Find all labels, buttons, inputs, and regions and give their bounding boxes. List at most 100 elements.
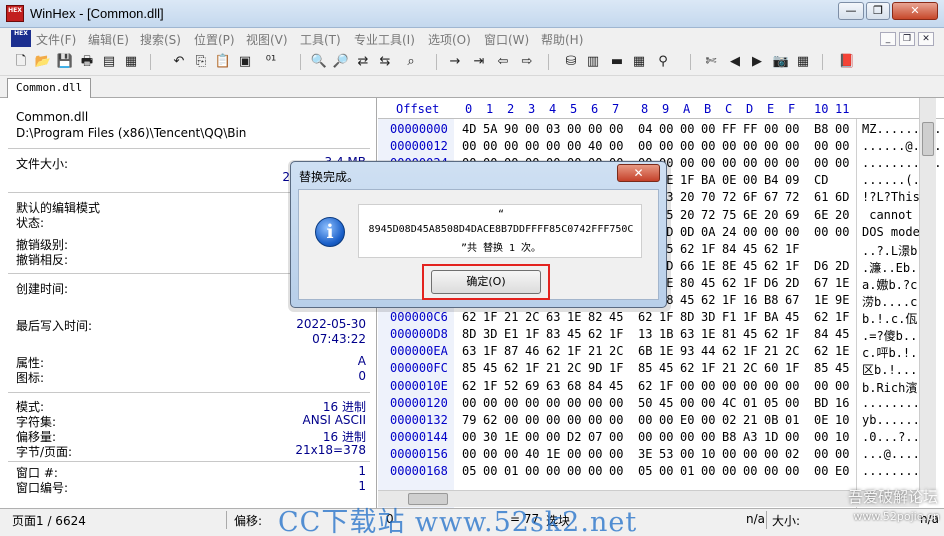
hex-byte[interactable]: 00	[743, 156, 757, 170]
hex-byte[interactable]: 62	[680, 242, 694, 256]
save-icon[interactable]: 💾	[56, 53, 74, 71]
back-icon[interactable]: ⇦	[494, 53, 512, 71]
hex-byte[interactable]: 00	[701, 396, 715, 410]
hex-byte[interactable]: 00	[483, 396, 497, 410]
menu-search[interactable]: 搜索(S)	[140, 31, 181, 48]
hex-byte[interactable]: 83	[546, 327, 560, 341]
hex-byte[interactable]: D6	[764, 276, 778, 290]
hex-byte[interactable]: 1F	[483, 344, 497, 358]
ascii-text[interactable]: .0...?...	[862, 430, 927, 444]
hex-byte[interactable]: 00	[835, 139, 849, 153]
hex-byte[interactable]: 69	[785, 208, 799, 222]
hex-byte[interactable]: 01	[743, 396, 757, 410]
hex-byte[interactable]: 81	[722, 327, 736, 341]
hex-byte[interactable]: 00	[525, 430, 539, 444]
hex-byte[interactable]: 1F	[785, 327, 799, 341]
hex-byte[interactable]: 00	[462, 447, 476, 461]
hex-byte[interactable]: FF	[722, 122, 736, 136]
hex-byte[interactable]: 1E	[546, 447, 560, 461]
hex-byte[interactable]: 30	[483, 430, 497, 444]
hex-byte[interactable]: 1F	[701, 361, 715, 375]
hex-byte[interactable]: 62	[462, 310, 476, 324]
hex-byte[interactable]: 2C	[567, 361, 581, 375]
hex-byte[interactable]: 00	[814, 225, 828, 239]
hex-byte[interactable]: 00	[701, 156, 715, 170]
hex-byte[interactable]: 00	[609, 122, 623, 136]
undo-icon[interactable]: ↶	[170, 53, 188, 71]
grid-icon[interactable]: ▦	[794, 53, 812, 71]
menu-options[interactable]: 选项(O)	[428, 31, 471, 48]
hex-byte[interactable]: 00	[609, 447, 623, 461]
hex-byte[interactable]: 00	[567, 464, 581, 478]
hex-byte[interactable]: 00	[743, 173, 757, 187]
hex-byte[interactable]: 13	[638, 327, 652, 341]
hex-byte[interactable]: 0B	[764, 413, 778, 427]
hex-byte[interactable]: 1E	[814, 293, 828, 307]
hex-byte[interactable]: 00	[785, 396, 799, 410]
hex-byte[interactable]: 01	[504, 464, 518, 478]
hex-byte[interactable]: 00	[483, 464, 497, 478]
hex-byte[interactable]: 1F	[785, 259, 799, 273]
hex-byte[interactable]: 00	[680, 156, 694, 170]
hex-byte[interactable]: 69	[525, 379, 539, 393]
hex-byte[interactable]: 52	[504, 379, 518, 393]
hex-byte[interactable]: 1F	[525, 361, 539, 375]
hex-byte[interactable]: 9D	[588, 361, 602, 375]
hex-byte[interactable]: 62	[462, 379, 476, 393]
hex-byte[interactable]: 00	[680, 447, 694, 461]
hex-byte[interactable]: 63	[546, 310, 560, 324]
hex-byte[interactable]: 72	[701, 208, 715, 222]
hex-byte[interactable]: 00	[701, 122, 715, 136]
ascii-text[interactable]: b.Rich濱	[862, 379, 917, 396]
hex-byte[interactable]: 00	[764, 139, 778, 153]
hex-byte[interactable]: 01	[680, 464, 694, 478]
menu-tools[interactable]: 工具(T)	[300, 31, 341, 48]
hex-byte[interactable]: 63	[462, 344, 476, 358]
hex-byte[interactable]: 00	[609, 413, 623, 427]
hex-byte[interactable]: 00	[588, 464, 602, 478]
hex-byte[interactable]: 50	[638, 396, 652, 410]
hex-byte[interactable]: 62	[504, 361, 518, 375]
close-button[interactable]: ✕	[892, 2, 938, 20]
hex-byte[interactable]: 6F	[743, 190, 757, 204]
hex-byte[interactable]: 00	[701, 430, 715, 444]
hex-row[interactable]: 000000FC 85 45 62 1F 21 2C 9D 1F 85 45 62 1F 21 2C 60 1F…	[378, 360, 944, 377]
hex-byte[interactable]: 1B	[659, 327, 673, 341]
menu-position[interactable]: 位置(P)	[194, 31, 235, 48]
hex-byte[interactable]: 00	[785, 225, 799, 239]
ascii-text[interactable]: yb.......	[862, 413, 927, 427]
hex-byte[interactable]: 79	[462, 413, 476, 427]
ascii-text[interactable]: ...@.....	[862, 447, 927, 461]
mdi-close-button[interactable]: ✕	[918, 32, 934, 46]
hex-byte[interactable]: B8	[814, 122, 828, 136]
hex-byte[interactable]: 00	[680, 396, 694, 410]
hex-byte[interactable]: 6D	[835, 190, 849, 204]
hex-byte[interactable]: 00	[546, 464, 560, 478]
hex-byte[interactable]: 72	[785, 190, 799, 204]
hex-byte[interactable]: 21	[588, 344, 602, 358]
hex-byte[interactable]: 02	[785, 447, 799, 461]
hex-byte[interactable]: 8D	[462, 327, 476, 341]
hex-byte[interactable]: 45	[609, 379, 623, 393]
hex-byte[interactable]: 00	[525, 122, 539, 136]
menu-help[interactable]: 帮助(H)	[541, 31, 583, 48]
hex-byte[interactable]: 10	[701, 447, 715, 461]
hex-byte[interactable]: 16	[743, 293, 757, 307]
hex-byte[interactable]: 62	[764, 259, 778, 273]
hex-byte[interactable]: 00	[722, 379, 736, 393]
hex-byte[interactable]: E1	[504, 327, 518, 341]
hex-byte[interactable]: B8	[722, 430, 736, 444]
hex-byte[interactable]: 00	[638, 139, 652, 153]
hex-byte[interactable]: 00	[764, 122, 778, 136]
hex-byte[interactable]: 21	[504, 310, 518, 324]
hex-byte[interactable]: 45	[609, 310, 623, 324]
hex-byte[interactable]: 1F	[567, 344, 581, 358]
hex-byte[interactable]: 00	[588, 122, 602, 136]
hex-byte[interactable]: 00	[504, 447, 518, 461]
hex-byte[interactable]: 3D	[483, 327, 497, 341]
menu-window[interactable]: 窗口(W)	[484, 31, 529, 48]
hex-row[interactable]: 000000EA 63 1F 87 46 62 1F 21 2C 6B 1E 93 44 62 1F 21 2C…	[378, 343, 944, 360]
hex-byte[interactable]: 62	[588, 327, 602, 341]
hex-byte[interactable]: 1F	[483, 310, 497, 324]
hex-byte[interactable]: 62	[638, 310, 652, 324]
